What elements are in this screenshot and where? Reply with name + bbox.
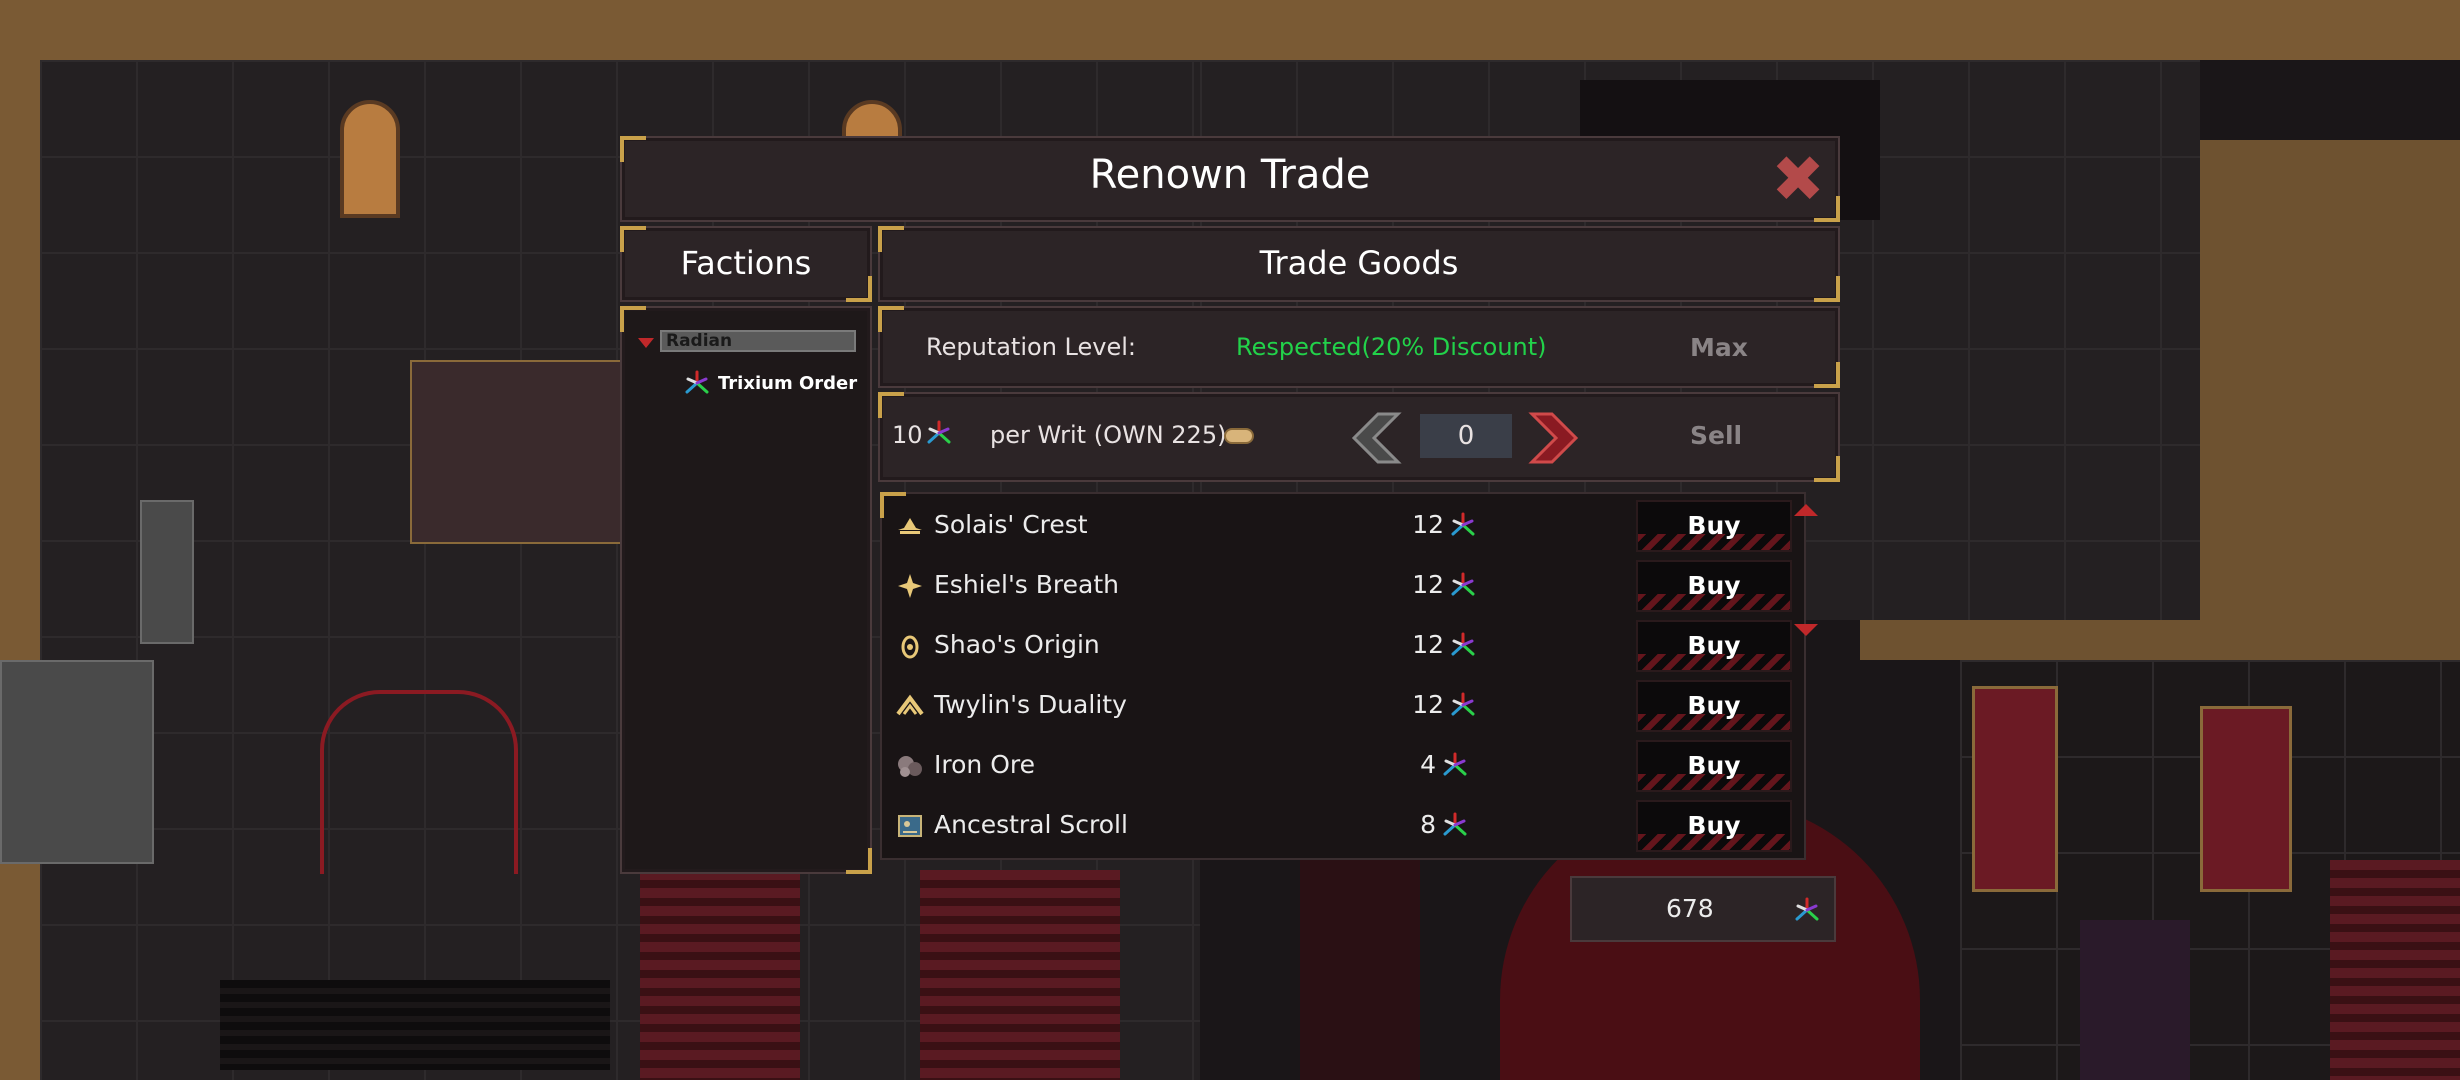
wood-floor-strip <box>0 0 2460 60</box>
item-price: 8 <box>1420 810 1436 839</box>
increase-button[interactable] <box>1526 410 1582 466</box>
trade-goods-header: Trade Goods <box>1259 244 1459 282</box>
wood-floor-left <box>0 0 40 1080</box>
red-stairs <box>920 870 1120 1080</box>
list-item: Eshiel's Breath 12 Buy <box>882 558 1792 614</box>
faction-item-label: Trixium Order <box>718 372 858 394</box>
balance-value: 678 <box>1666 894 1714 923</box>
dark-throne <box>2080 920 2190 1080</box>
close-x-icon: ✖ <box>1771 143 1825 217</box>
reputation-value: Respected(20% Discount) <box>1236 333 1547 361</box>
quantity-field[interactable]: 0 <box>1420 414 1512 458</box>
buy-button[interactable]: Buy <box>1636 560 1792 612</box>
writ-description: per Writ (OWN 225) <box>990 421 1227 449</box>
gothic-window <box>340 100 400 218</box>
chevron-left-icon <box>1351 412 1402 464</box>
renown-icon <box>1450 572 1476 598</box>
renown-balance: 678 <box>1570 876 1836 942</box>
list-item: Twylin's Duality 12 Buy <box>882 678 1792 734</box>
faction-item-trixium-order[interactable]: Trixium Order <box>676 366 857 400</box>
item-price: 12 <box>1412 630 1444 659</box>
expand-arrow-icon[interactable] <box>638 338 654 348</box>
red-stairs <box>640 870 800 1080</box>
renown-icon <box>1450 632 1476 658</box>
heart-banner <box>2200 706 2292 892</box>
faction-group-label: Radian <box>666 331 733 351</box>
item-name: Eshiel's Breath <box>934 570 1120 599</box>
item-name: Twylin's Duality <box>934 690 1127 719</box>
list-item: Iron Ore 4 Buy <box>882 738 1792 794</box>
heart-banner <box>1972 686 2058 892</box>
scroll-icon <box>898 815 922 837</box>
red-rug <box>410 360 644 544</box>
item-price: 4 <box>1420 750 1436 779</box>
item-name: Shao's Origin <box>934 630 1100 659</box>
renown-icon <box>1442 812 1468 838</box>
sell-button[interactable]: Sell <box>1690 421 1742 450</box>
list-item: Shao's Origin 12 Buy <box>882 618 1792 674</box>
scroll-down-arrow-icon[interactable] <box>1794 624 1818 636</box>
decrease-button[interactable] <box>1348 410 1404 466</box>
close-button[interactable]: ✖ <box>1770 143 1826 217</box>
list-item: Ancestral Scroll 8 Buy <box>882 798 1792 854</box>
renown-icon <box>1442 752 1468 778</box>
red-stairs <box>2330 860 2460 1080</box>
item-price: 12 <box>1412 510 1444 539</box>
item-name: Iron Ore <box>934 750 1035 779</box>
item-price: 12 <box>1412 570 1444 599</box>
writ-scroll-icon <box>1224 428 1254 444</box>
doorway <box>1300 860 1420 1080</box>
stone-pillar <box>140 500 194 644</box>
list-item: Solais' Crest 12 Buy <box>882 498 1792 554</box>
item-name: Ancestral Scroll <box>934 810 1128 839</box>
trade-goods-list: Solais' Crest 12 Buy Eshiel's Breath 12 … <box>880 492 1818 860</box>
renown-icon <box>926 420 952 446</box>
duality-icon <box>896 694 924 716</box>
item-price: 12 <box>1412 690 1444 719</box>
factions-header: Factions <box>680 244 812 282</box>
breath-star-icon <box>898 574 922 598</box>
trixium-star-icon <box>684 370 710 396</box>
scroll-up-arrow-icon[interactable] <box>1794 504 1818 516</box>
red-arch <box>320 690 518 874</box>
buy-button[interactable]: Buy <box>1636 500 1792 552</box>
faction-group-radian[interactable]: Radian <box>660 330 856 352</box>
buy-button[interactable]: Buy <box>1636 800 1792 852</box>
buy-button[interactable]: Buy <box>1636 680 1792 732</box>
item-name: Solais' Crest <box>934 510 1088 539</box>
max-button[interactable]: Max <box>1690 333 1748 362</box>
stone-pillar <box>0 660 154 864</box>
buy-button[interactable]: Buy <box>1636 740 1792 792</box>
renown-icon <box>1450 512 1476 538</box>
buy-button[interactable]: Buy <box>1636 620 1792 672</box>
renown-icon <box>1450 692 1476 718</box>
renown-icon <box>1794 897 1820 923</box>
reputation-label: Reputation Level: <box>926 333 1136 361</box>
writ-amount: 10 <box>892 421 923 449</box>
chevron-right-icon <box>1528 412 1579 464</box>
floor-grate <box>220 980 610 1070</box>
dialog-title: Renown Trade <box>1089 152 1371 198</box>
iron-ore-icon <box>898 756 922 777</box>
crest-icon <box>898 518 922 534</box>
origin-mask-icon <box>901 635 919 659</box>
